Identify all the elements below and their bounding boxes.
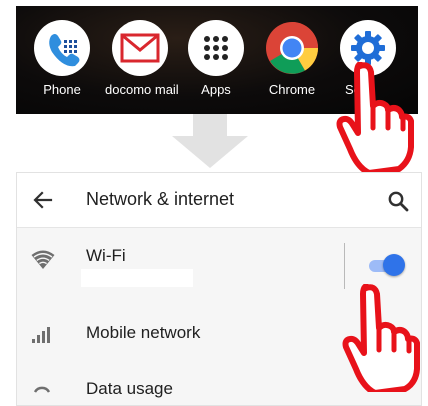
app-label: Apps: [201, 82, 231, 97]
chrome-icon: [264, 20, 320, 76]
wifi-toggle[interactable]: [369, 254, 405, 276]
back-arrow-icon[interactable]: [31, 188, 55, 212]
divider: [344, 243, 345, 289]
settings-item-label: Mobile network: [86, 323, 201, 342]
pointing-hand-icon: [336, 62, 414, 172]
app-label: docomo mail: [105, 82, 179, 97]
search-icon[interactable]: [387, 190, 409, 212]
app-label: Phone: [43, 82, 81, 97]
data-usage-icon: [33, 386, 51, 393]
app-phone[interactable]: Phone: [27, 20, 97, 97]
app-bar: Network & internet: [17, 173, 421, 228]
pointing-hand-icon: [342, 284, 420, 392]
settings-item-label: Wi-Fi: [86, 246, 126, 265]
toggle-thumb: [383, 254, 405, 276]
down-arrow-icon: [172, 114, 248, 168]
settings-item-label: Data usage: [86, 379, 173, 398]
wifi-icon: [31, 250, 55, 269]
wifi-network-name-redacted: [81, 269, 193, 287]
phone-icon: [34, 20, 90, 76]
apps-grid-icon: [188, 20, 244, 76]
page-title: Network & internet: [86, 189, 235, 209]
app-chrome[interactable]: Chrome: [257, 20, 327, 97]
mail-icon: [112, 20, 168, 76]
app-label: Chrome: [268, 82, 316, 97]
app-docomo-mail[interactable]: docomo mail: [105, 20, 179, 97]
app-apps[interactable]: Apps: [181, 20, 251, 97]
signal-icon: [32, 327, 50, 343]
